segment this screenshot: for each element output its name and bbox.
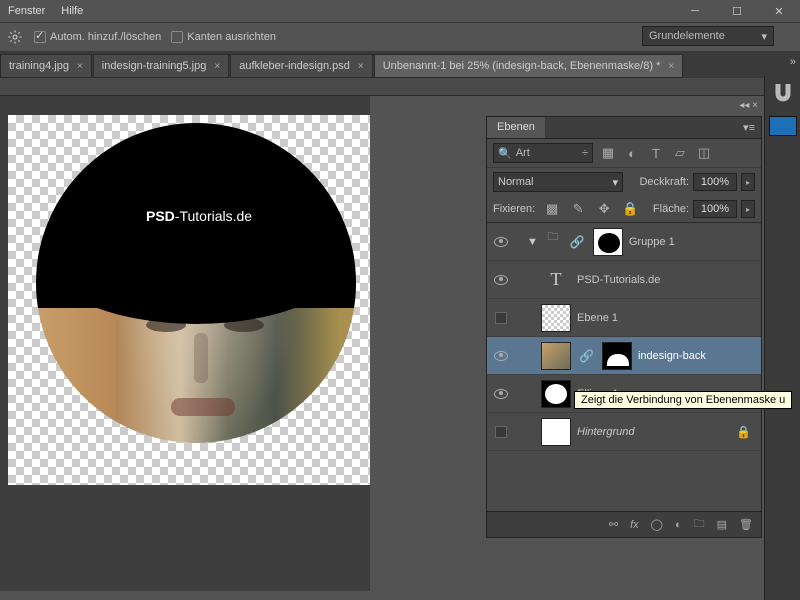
search-icon: 🔍 <box>498 147 512 160</box>
align-edges-checkbox[interactable]: Kanten ausrichten <box>171 31 276 43</box>
layer-thumb[interactable] <box>541 380 571 408</box>
visibility-off[interactable] <box>495 426 507 438</box>
filter-smart-icon[interactable]: ◫ <box>695 144 713 162</box>
new-group-icon[interactable]: 🗀 <box>694 515 705 534</box>
gear-icon[interactable] <box>6 28 24 46</box>
link-icon[interactable]: 🔗 <box>570 235 585 249</box>
layer-thumb[interactable] <box>541 342 571 370</box>
link-layers-icon[interactable]: ⚯ <box>609 518 618 531</box>
menu-hilfe[interactable]: Hilfe <box>61 5 83 17</box>
opacity-stepper[interactable]: ▸ <box>741 173 755 191</box>
filter-adjust-icon[interactable]: ◐ <box>623 144 641 162</box>
minimize-button[interactable]: ─ <box>674 0 716 22</box>
lock-label: Fixieren: <box>493 203 535 215</box>
lock-position-icon[interactable]: ✥ <box>595 200 613 218</box>
link-mask-icon[interactable]: 🔗 <box>579 349 594 363</box>
tab-unbenannt[interactable]: Unbenannt-1 bei 25% (indesign-back, Eben… <box>374 54 683 78</box>
layer-list: ▼ 🗀 🔗 Gruppe 1 T PSD-Tutorials.de Ebene … <box>487 223 761 511</box>
layer-mask-thumb[interactable] <box>602 342 632 370</box>
menu-bar: Fenster Hilfe ─ ☐ ✕ <box>0 0 800 22</box>
layer-thumb[interactable] <box>541 304 571 332</box>
text-layer-icon: T <box>541 266 571 294</box>
fx-icon[interactable]: fx <box>630 519 639 531</box>
layer-name[interactable]: Ebene 1 <box>577 312 618 324</box>
layer-ebene1[interactable]: Ebene 1 <box>487 299 761 337</box>
layer-indesign-back[interactable]: 🔗 indesign-back <box>487 337 761 375</box>
tab-overflow[interactable]: » <box>790 56 796 68</box>
tab-training4[interactable]: training4.jpg× <box>0 54 92 78</box>
auto-add-delete-checkbox[interactable]: Autom. hinzuf./löschen <box>34 31 161 43</box>
layer-background[interactable]: Hintergrund 🔒 <box>487 413 761 451</box>
close-icon[interactable]: × <box>358 61 364 72</box>
document-tabs: training4.jpg× indesign-training5.jpg× a… <box>0 52 800 78</box>
visibility-icon[interactable] <box>494 389 508 399</box>
tab-aufkleber[interactable]: aufkleber-indesign.psd× <box>230 54 373 78</box>
group-mask-thumb[interactable] <box>593 228 623 256</box>
layer-name[interactable]: PSD-Tutorials.de <box>577 274 660 286</box>
disclosure-icon[interactable]: ▼ <box>527 236 538 248</box>
panel-footer: ⚯ fx ◯ ◐ 🗀 ▤ 🗑 <box>487 511 761 537</box>
new-layer-icon[interactable]: ▤ <box>717 518 727 531</box>
layers-panel: Ebenen ▾≡ 🔍 Art ÷ ▦ ◐ T ▱ ◫ Normal▾ Deck… <box>486 116 762 538</box>
opacity-value[interactable]: 100% <box>693 173 737 191</box>
delete-layer-icon[interactable]: 🗑 <box>739 518 753 531</box>
close-button[interactable]: ✕ <box>758 0 800 22</box>
layer-filter-select[interactable]: 🔍 Art ÷ <box>493 143 593 163</box>
visibility-icon[interactable] <box>494 237 508 247</box>
layer-name[interactable]: Hintergrund <box>577 426 634 438</box>
lock-all-icon[interactable]: 🔒 <box>621 200 639 218</box>
panel-tab-ebenen[interactable]: Ebenen <box>487 117 545 138</box>
opacity-label: Deckkraft: <box>639 176 689 188</box>
layer-group[interactable]: ▼ 🗀 🔗 Gruppe 1 <box>487 223 761 261</box>
lock-icon[interactable]: 🔒 <box>736 425 751 439</box>
right-dock <box>764 76 800 600</box>
tab-training5[interactable]: indesign-training5.jpg× <box>93 54 229 78</box>
workspace-selector[interactable]: Grundelemente▾ <box>642 26 774 46</box>
lock-transparency-icon[interactable]: ▩ <box>543 200 561 218</box>
lock-pixels-icon[interactable]: ✎ <box>569 200 587 218</box>
artwork-circle: PSD-Tutorials.de <box>36 123 356 443</box>
layer-name[interactable]: Gruppe 1 <box>629 236 675 248</box>
fill-stepper[interactable]: ▸ <box>741 200 755 218</box>
canvas-text: PSD-Tutorials.de <box>146 208 252 224</box>
filter-text-icon[interactable]: T <box>647 144 665 162</box>
close-icon[interactable]: × <box>214 61 220 72</box>
visibility-icon[interactable] <box>494 275 508 285</box>
canvas[interactable]: PSD-Tutorials.de <box>8 115 370 485</box>
tooltip: Zeigt die Verbindung von Ebenenmaske u <box>574 391 792 409</box>
panel-menu-icon[interactable]: ▾≡ <box>737 117 761 138</box>
ruler <box>0 78 800 96</box>
filter-pixel-icon[interactable]: ▦ <box>599 144 617 162</box>
layer-thumb[interactable] <box>541 418 571 446</box>
menu-fenster[interactable]: Fenster <box>8 5 45 17</box>
visibility-off[interactable] <box>495 312 507 324</box>
add-mask-icon[interactable]: ◯ <box>651 518 663 531</box>
blend-mode-select[interactable]: Normal▾ <box>493 172 623 192</box>
fill-label: Fläche: <box>653 203 689 215</box>
close-icon[interactable]: × <box>668 61 674 72</box>
layer-text[interactable]: T PSD-Tutorials.de <box>487 261 761 299</box>
folder-icon: 🗀 <box>544 228 562 256</box>
color-swatch[interactable] <box>769 116 797 136</box>
visibility-icon[interactable] <box>494 351 508 361</box>
filter-shape-icon[interactable]: ▱ <box>671 144 689 162</box>
window-controls: ─ ☐ ✕ <box>674 0 800 22</box>
maximize-button[interactable]: ☐ <box>716 0 758 22</box>
adjustment-icon[interactable]: ◐ <box>675 519 682 531</box>
layer-name[interactable]: indesign-back <box>638 350 706 362</box>
fill-value[interactable]: 100% <box>693 200 737 218</box>
panel-collapse[interactable]: ◂◂ × <box>486 100 762 116</box>
magnet-icon[interactable] <box>768 80 798 108</box>
close-icon[interactable]: × <box>77 61 83 72</box>
